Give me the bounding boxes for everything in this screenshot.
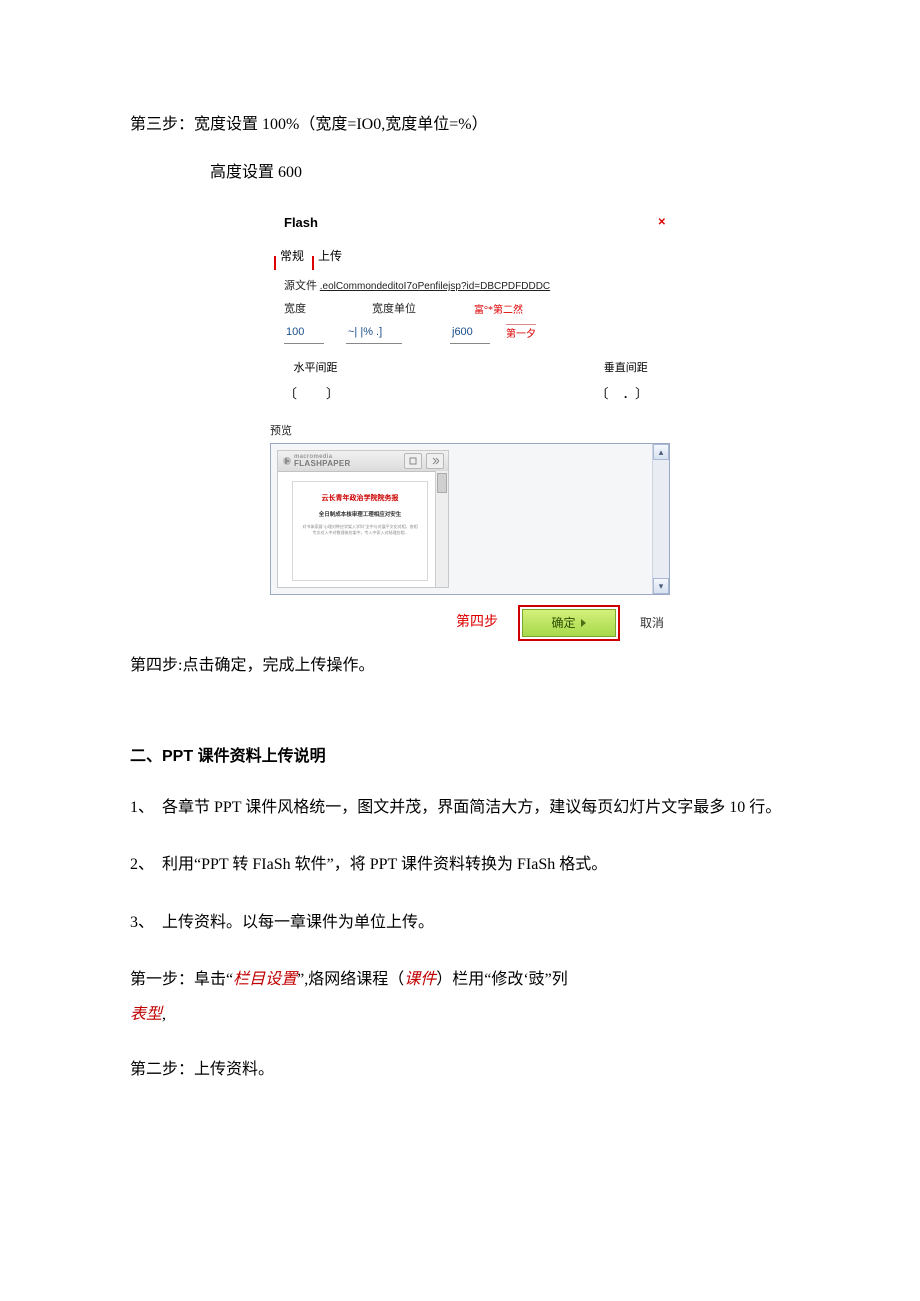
toolbar-button-next-icon[interactable] xyxy=(426,453,444,469)
doc-title: 云长青年政治学院院务报 xyxy=(301,492,419,505)
flashpaper-viewer[interactable]: macromedia FLASHPAPER 云长青年政治学院院务报 全日制成本核… xyxy=(277,450,449,588)
step1-red1: 栏目设置 xyxy=(233,971,297,988)
flashpaper-logo-icon: macromedia FLASHPAPER xyxy=(282,454,351,468)
step3-line1: 第三步：宽度设置 100%（宽度=IO0,宽度单位=%） xyxy=(130,110,790,140)
ok-button-label: 确定 xyxy=(551,612,575,635)
list-item: 3、上传资料。以每一章课件为单位上传。 xyxy=(130,905,790,940)
flashpaper-scrollbar[interactable] xyxy=(435,471,448,587)
step1-red2: 课件 xyxy=(404,971,436,988)
width-unit-input[interactable]: ~| |% .] xyxy=(346,322,402,344)
section-2-title: 二、PPT 课件资料上传说明 xyxy=(130,742,790,772)
doc-body: 对书体家展"心理对种应学架入学科"全中与对展平文化对相，各相专文对入中对数理体应… xyxy=(301,524,419,536)
hspace-label: 水平间距 xyxy=(294,358,338,379)
step4-callout: 第四步 xyxy=(456,610,498,637)
list-item: 2、利用“PPT 转 FIaSh 软件”，将 PPT 课件资料转换为 FIaSh… xyxy=(130,847,790,882)
preview-area: macromedia FLASHPAPER 云长青年政治学院院务报 全日制成本核… xyxy=(270,443,670,595)
play-icon xyxy=(581,619,586,627)
ok-button-highlight: 确定 xyxy=(518,605,620,641)
step3-line2: 高度设置 600 xyxy=(130,158,790,188)
flashpaper-toolbar: macromedia FLASHPAPER xyxy=(278,451,448,472)
flash-dialog: Flash ✕ 常规 上传 源文件 .eolCommondeditoI7oPen… xyxy=(270,207,670,642)
doc-subtitle: 全日制成本核审理工理相应对安生 xyxy=(301,510,419,520)
cancel-button[interactable]: 取消 xyxy=(640,612,664,635)
list-item: 1、各章节 PPT 课件风格统一，图文并茂，界面简洁大方，建议每页幻灯片文字最多… xyxy=(130,790,790,825)
dimensions-values-row: 100 ~| |% .] j600 第一夕 xyxy=(284,322,670,344)
scroll-up-icon[interactable]: ▴ xyxy=(653,444,669,460)
step2-text: 第二步：上传资料。 xyxy=(130,1052,790,1087)
tab-general[interactable]: 常规 xyxy=(276,245,308,270)
width-label: 宽度 xyxy=(284,299,314,320)
item-text: 各章节 PPT 课件风格统一，图文并茂，界面简洁大方，建议每页幻灯片文字最多 1… xyxy=(162,799,781,816)
width-unit-label: 宽度单位 xyxy=(372,299,416,320)
preview-scrollbar[interactable]: ▴ ▾ xyxy=(652,444,669,594)
dialog-title: Flash xyxy=(284,215,318,230)
height-input[interactable]: j600 xyxy=(450,322,490,344)
item-number: 2、 xyxy=(130,847,162,882)
step4-text: 第四步:点击确定，完成上传操作。 xyxy=(130,651,790,681)
dialog-title-bar: Flash ✕ xyxy=(270,207,670,246)
step1-mid2: ）栏用“修改‘豉”列 xyxy=(436,971,568,988)
close-icon[interactable]: ✕ xyxy=(658,213,666,232)
spacing-row: 水平间距 〔 〕 垂直间距 〔．〕 xyxy=(284,358,656,407)
step1-red3: 表型 xyxy=(130,1006,162,1023)
step1-mid1: ”,烙网络课程（ xyxy=(297,971,404,988)
toolbar-button-1[interactable] xyxy=(404,453,422,469)
brand-bottom: FLASHPAPER xyxy=(294,460,351,468)
item-number: 3、 xyxy=(130,905,162,940)
source-file-label: 源文件 xyxy=(284,280,317,292)
item-number: 1、 xyxy=(130,790,162,825)
preview-label: 预览 xyxy=(270,421,670,442)
tab-upload[interactable]: 上传 xyxy=(314,245,346,270)
source-file-row: 源文件 .eolCommondeditoI7oPenfilejsp?id=DBC… xyxy=(284,276,670,297)
scrollbar-thumb[interactable] xyxy=(437,473,447,493)
dialog-tabs: 常规 上传 xyxy=(276,245,670,270)
height-note: 富°*第二然 xyxy=(474,301,523,320)
step1-prefix: 第一步：阜击“ xyxy=(130,971,233,988)
source-file-value[interactable]: .eolCommondeditoI7oPenfilejsp?id=DBCPDFD… xyxy=(320,281,550,292)
vspace-label: 垂直间距 xyxy=(604,358,648,379)
item-text: 利用“PPT 转 FIaSh 软件”，将 PPT 课件资料转换为 FIaSh 格… xyxy=(162,856,607,873)
flashpaper-document: 云长青年政治学院院务报 全日制成本核审理工理相应对安生 对书体家展"心理对种应学… xyxy=(292,481,428,581)
vspace-input[interactable]: 〔．〕 xyxy=(595,382,656,407)
hspace-input[interactable]: 〔 〕 xyxy=(284,382,347,407)
step-note-right: 第一夕 xyxy=(506,324,536,344)
dialog-footer: 第四步 确定 取消 xyxy=(270,605,664,641)
scroll-down-icon[interactable]: ▾ xyxy=(653,578,669,594)
ok-button[interactable]: 确定 xyxy=(522,609,616,637)
width-input[interactable]: 100 xyxy=(284,322,324,344)
step1-text: 第一步：阜击“栏目设置”,烙网络课程（课件）栏用“修改‘豉”列表型, xyxy=(130,962,790,1032)
dimensions-row: 宽度 宽度单位 富°*第二然 xyxy=(284,299,670,320)
item-text: 上传资料。以每一章课件为单位上传。 xyxy=(162,914,434,931)
step1-suffix: , xyxy=(162,1006,166,1023)
